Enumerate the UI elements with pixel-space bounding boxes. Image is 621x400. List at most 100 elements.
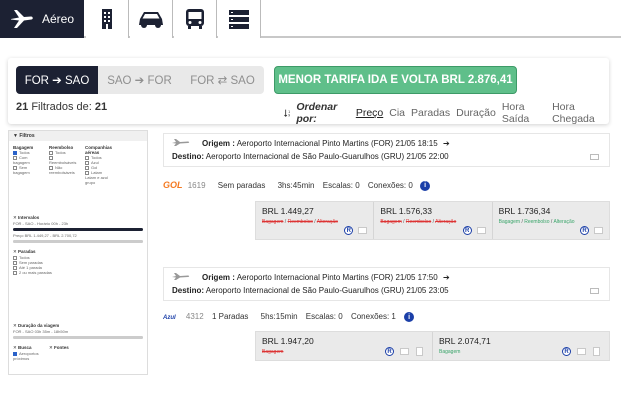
- reembolso-option-nao[interactable]: Não reembolsáveis: [49, 165, 81, 175]
- escalas-text: Escalas: 0: [305, 312, 343, 322]
- mail-icon[interactable]: [590, 154, 599, 160]
- checkbox[interactable]: [13, 270, 17, 275]
- mail-icon[interactable]: [590, 288, 599, 294]
- envelope-icon[interactable]: [358, 227, 368, 234]
- fare-conditions: Bagagem / Reembolso / Alteração: [498, 219, 575, 225]
- filter-companhias: Companhias aéreas Todos Azul Gol Latam L…: [85, 145, 125, 185]
- preco-slider[interactable]: [13, 240, 143, 243]
- arrow-right-icon: ➔: [442, 273, 450, 282]
- tab-hotel[interactable]: [86, 0, 129, 38]
- preco-label: Preço BRL 1.449,27 - BRL 2.700,72: [13, 233, 77, 238]
- fare-price: BRL 2.074,71: [439, 336, 491, 346]
- companhia-option-grupo[interactable]: grupo: [85, 180, 125, 185]
- fare-option[interactable]: BRL 1.449,27 Bagagem / Reembolso / Alter…: [256, 202, 375, 239]
- origin-line: Origem : Aeroporto Internacional Pinto M…: [202, 273, 450, 282]
- filters-sidebar: ▼ Filtros Bagagem Todos Com bagagem Sem …: [8, 130, 148, 375]
- arrow-right-icon: ➔: [442, 139, 450, 148]
- tab-aereo[interactable]: Aéreo: [0, 0, 84, 38]
- registered-icon[interactable]: R: [462, 226, 472, 235]
- info-icon[interactable]: i: [404, 312, 415, 322]
- filter-duracao: ✕ Duração da viagem FOR - SAO 03h 35m - …: [13, 323, 145, 341]
- sort-option-hora-chegada[interactable]: Hora Chegada: [552, 101, 609, 125]
- route-option-sao-for[interactable]: SAO ➔ FOR: [98, 66, 181, 94]
- filter-busca: ✕ Busca Aeroportos próximos: [13, 345, 53, 361]
- sort-option-paradas[interactable]: Paradas: [411, 107, 450, 119]
- paradas-option-2[interactable]: 2 ou mais paradas: [13, 270, 53, 275]
- reembolso-option-reembolsaveis[interactable]: Reembolsáveis: [49, 155, 81, 165]
- filter-bagagem: Bagagem Todos Com bagagem Sem bagagem: [13, 145, 43, 175]
- sort-icon: 1 9: [284, 109, 290, 118]
- fare-option[interactable]: BRL 1.947,20 Bagagem R: [256, 332, 433, 360]
- registered-icon[interactable]: R: [562, 347, 571, 356]
- flight-summary: GOL 1619 Sem paradas 3hs:45min Escalas: …: [163, 180, 431, 191]
- duracao-label: FOR - SAO 03h 35m - 18h50m: [13, 329, 69, 334]
- duration-text: 5hs:15min: [260, 312, 298, 322]
- bagagem-option-sem[interactable]: Sem bagagem: [13, 165, 43, 175]
- fare-option[interactable]: BRL 2.074,71 Bagagem R: [433, 332, 609, 360]
- tab-aereo-label: Aéreo: [42, 12, 75, 26]
- fare-options: BRL 1.449,27 Bagagem / Reembolso / Alter…: [255, 201, 610, 240]
- top-nav: Aéreo: [0, 0, 621, 38]
- flight-leg[interactable]: Origem : Aeroporto Internacional Pinto M…: [163, 133, 610, 167]
- menu-stack-icon: [229, 10, 249, 29]
- fare-conditions: Bagagem / Reembolso / Alteração: [262, 219, 338, 225]
- envelope-icon[interactable]: [400, 348, 409, 355]
- lowest-fare-button[interactable]: MENOR TARIFA IDA E VOLTA BRL 2.876,41: [274, 66, 517, 94]
- duration-text: 3hs:45min: [277, 181, 315, 190]
- info-icon[interactable]: i: [420, 180, 431, 191]
- envelope-icon[interactable]: [594, 227, 603, 234]
- route-option-for-sao[interactable]: FOR ➔ SAO: [16, 66, 98, 94]
- route-option-round-trip[interactable]: FOR ⇄ SAO: [181, 66, 264, 94]
- registered-icon[interactable]: R: [580, 226, 589, 235]
- conexoes-text: Conexões: 0: [367, 181, 413, 190]
- filtered-count: 21 Filtrados de: 21: [16, 101, 107, 113]
- airplane-icon: [172, 139, 190, 146]
- tab-more[interactable]: [218, 0, 261, 38]
- fare-option[interactable]: BRL 1.736,34 Bagagem / Reembolso / Alter…: [493, 202, 609, 239]
- conexoes-text: Conexões: 1: [350, 312, 396, 322]
- sort-bar: 1 9 Ordenar por: Preço Cia Paradas Duraç…: [284, 101, 609, 125]
- registered-icon[interactable]: R: [385, 347, 394, 356]
- route-toggle: FOR ➔ SAO SAO ➔ FOR FOR ⇄ SAO: [16, 66, 264, 94]
- fare-option[interactable]: BRL 1.576,33 Bagagem / Reembolso / Alter…: [374, 202, 493, 239]
- flight-leg[interactable]: Origem : Aeroporto Internacional Pinto M…: [163, 267, 610, 301]
- sort-option-hora-saida[interactable]: Hora Saída: [502, 101, 546, 125]
- filter-fontes: ✕ Fontes: [49, 345, 89, 351]
- tab-car[interactable]: [130, 0, 173, 38]
- companhias-title: Companhias aéreas: [85, 145, 113, 155]
- airplane-icon: [11, 10, 33, 28]
- fare-price: BRL 1.449,27: [262, 206, 314, 216]
- fontes-title[interactable]: ✕ Fontes: [49, 345, 89, 351]
- duracao-slider[interactable]: [13, 336, 143, 339]
- sort-option-preco[interactable]: Preço: [356, 107, 383, 119]
- stops-text: 1 Paradas: [211, 312, 249, 322]
- document-icon[interactable]: [593, 347, 600, 356]
- busca-option-aeroportos[interactable]: Aeroportos próximos: [13, 351, 53, 361]
- bagagem-option-com[interactable]: Com bagagem: [13, 155, 43, 165]
- flight-number: 4312: [185, 312, 204, 322]
- svg-text:9: 9: [288, 114, 290, 118]
- tab-bus[interactable]: [174, 0, 217, 38]
- flight-summary: Azul 4312 1 Paradas 5hs:15min Escalas: 0…: [163, 312, 415, 322]
- total-number: 21: [94, 101, 108, 113]
- envelope-icon[interactable]: [476, 227, 486, 234]
- horario-label: FOR - SAO - Horário 00h - 23h: [13, 221, 69, 226]
- horario-slider[interactable]: [13, 228, 143, 231]
- sort-option-cia[interactable]: Cia: [389, 107, 405, 119]
- filter-paradas: ✕ Paradas Todos Sem paradas Até 1 parada…: [13, 249, 53, 275]
- sort-option-duracao[interactable]: Duração: [456, 107, 496, 119]
- envelope-icon[interactable]: [577, 348, 586, 355]
- stops-text: Sem paradas: [217, 181, 266, 190]
- filters-title: Filtros: [19, 133, 35, 139]
- airplane-icon: [172, 273, 190, 280]
- document-icon[interactable]: [416, 347, 423, 356]
- filtered-number: 21: [16, 101, 29, 113]
- filter-icon: ▼: [13, 133, 18, 139]
- search-panel: FOR ➔ SAO SAO ➔ FOR FOR ⇄ SAO MENOR TARI…: [8, 58, 609, 125]
- filters-header: ▼ Filtros: [9, 131, 147, 141]
- flight-result: Origem : Aeroporto Internacional Pinto M…: [163, 133, 610, 243]
- escalas-text: Escalas: 0: [322, 181, 360, 190]
- destination-line: Destino: Aeroporto Internacional de São …: [172, 286, 449, 295]
- filter-intervalos: ✕ Intervalos FOR - SAO - Horário 00h - 2…: [13, 215, 145, 245]
- registered-icon[interactable]: R: [344, 226, 354, 235]
